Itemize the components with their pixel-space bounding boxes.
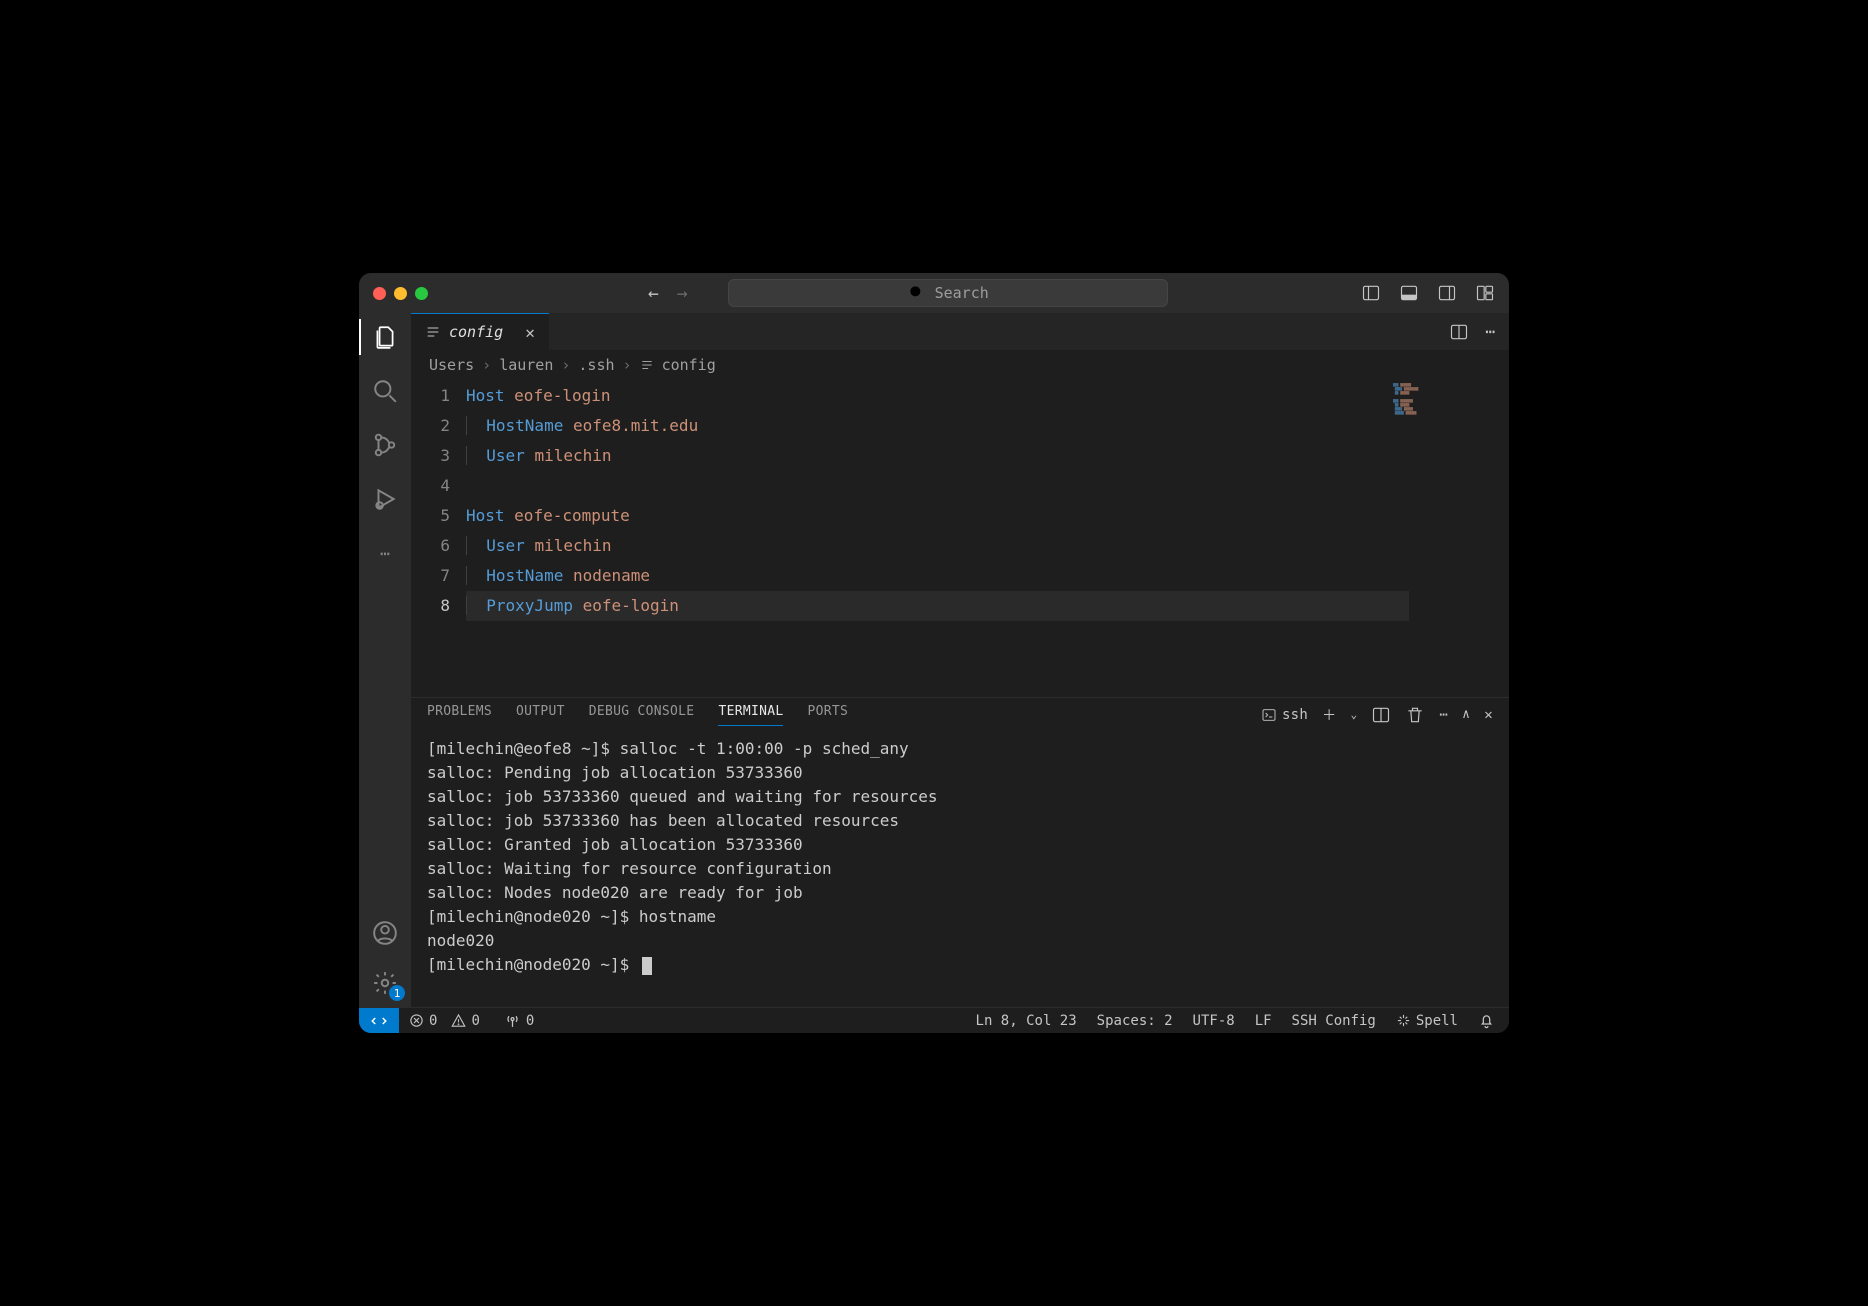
terminal-dropdown-icon[interactable]: ⌄ bbox=[1350, 708, 1357, 721]
tab-actions: ⋯ bbox=[1435, 313, 1509, 350]
close-window-icon[interactable] bbox=[373, 287, 386, 300]
minimap[interactable]: ███ ██████ ████ ████████ ██ █████ ███ ██… bbox=[1393, 383, 1503, 443]
warning-triangle-icon bbox=[451, 1013, 466, 1028]
search-icon bbox=[907, 283, 927, 303]
more-icon[interactable]: ⋯ bbox=[371, 539, 399, 567]
status-warnings[interactable]: 0 bbox=[451, 1013, 479, 1029]
close-panel-icon[interactable]: ✕ bbox=[1484, 707, 1493, 723]
explorer-icon[interactable] bbox=[371, 323, 399, 351]
source-control-icon[interactable] bbox=[371, 431, 399, 459]
trash-icon[interactable] bbox=[1405, 705, 1425, 725]
radio-tower-icon bbox=[504, 1012, 521, 1029]
code-content[interactable]: Host eofe-login HostName eofe8.mit.edu U… bbox=[466, 379, 1509, 697]
status-errors[interactable]: 0 bbox=[409, 1013, 437, 1029]
search-input[interactable]: Search bbox=[728, 279, 1168, 307]
crumb-2[interactable]: .ssh bbox=[578, 356, 614, 374]
terminal-session-label[interactable]: ssh bbox=[1261, 707, 1308, 723]
split-editor-icon[interactable] bbox=[1449, 322, 1469, 342]
title-actions bbox=[1361, 283, 1495, 303]
vscode-window: ← → Search ⋯ bbox=[359, 273, 1509, 1033]
run-debug-icon[interactable] bbox=[371, 485, 399, 513]
tab-problems[interactable]: PROBLEMS bbox=[427, 704, 492, 725]
crumb-0[interactable]: Users bbox=[429, 356, 474, 374]
status-cursor[interactable]: Ln 8, Col 23 bbox=[976, 1013, 1077, 1029]
zoom-window-icon[interactable] bbox=[415, 287, 428, 300]
status-indent[interactable]: Spaces: 2 bbox=[1097, 1013, 1173, 1029]
bell-icon[interactable] bbox=[1478, 1012, 1495, 1029]
panel-tabs: PROBLEMS OUTPUT DEBUG CONSOLE TERMINAL P… bbox=[411, 697, 1509, 731]
minimize-window-icon[interactable] bbox=[394, 287, 407, 300]
tab-config[interactable]: config ✕ bbox=[411, 313, 549, 350]
status-spell[interactable]: Spell bbox=[1396, 1013, 1458, 1029]
maximize-panel-icon[interactable]: ∧ bbox=[1462, 707, 1470, 722]
remote-indicator[interactable] bbox=[359, 1008, 399, 1033]
file-lines-icon bbox=[425, 324, 441, 340]
bottom-panel: PROBLEMS OUTPUT DEBUG CONSOLE TERMINAL P… bbox=[411, 697, 1509, 1007]
status-bar: 0 0 0 Ln 8, Col 23 Spaces: 2 UTF-8 LF SS… bbox=[359, 1007, 1509, 1033]
layout-sidebar-right-icon[interactable] bbox=[1437, 283, 1457, 303]
status-ports[interactable]: 0 bbox=[504, 1012, 534, 1029]
breadcrumb[interactable]: Users › lauren › .ssh › config bbox=[411, 351, 1509, 379]
customize-layout-icon[interactable] bbox=[1475, 283, 1495, 303]
layout-sidebar-left-icon[interactable] bbox=[1361, 283, 1381, 303]
search-placeholder: Search bbox=[935, 284, 989, 302]
settings-badge: 1 bbox=[389, 985, 405, 1001]
title-bar: ← → Search bbox=[359, 273, 1509, 313]
crumb-1[interactable]: lauren bbox=[499, 356, 553, 374]
code-editor[interactable]: 12345678 Host eofe-login HostName eofe8.… bbox=[411, 379, 1509, 697]
nav-arrows: ← → bbox=[648, 283, 688, 304]
tab-close-icon[interactable]: ✕ bbox=[525, 323, 535, 342]
error-circle-icon bbox=[409, 1013, 424, 1028]
split-terminal-icon[interactable] bbox=[1371, 705, 1391, 725]
tab-terminal[interactable]: TERMINAL bbox=[718, 704, 783, 726]
line-number-gutter: 12345678 bbox=[411, 379, 466, 697]
terminal-output[interactable]: [milechin@eofe8 ~]$ salloc -t 1:00:00 -p… bbox=[411, 731, 1509, 1007]
tab-more-icon[interactable]: ⋯ bbox=[1485, 322, 1495, 341]
traffic-lights bbox=[373, 287, 428, 300]
status-eol[interactable]: LF bbox=[1255, 1013, 1272, 1029]
new-terminal-icon[interactable]: ＋ bbox=[1322, 705, 1336, 725]
chevron-right-icon: › bbox=[623, 356, 632, 374]
tab-output[interactable]: OUTPUT bbox=[516, 704, 565, 725]
crumb-3[interactable]: config bbox=[662, 356, 716, 374]
tab-bar: config ✕ ⋯ bbox=[411, 313, 1509, 351]
terminal-icon bbox=[1261, 707, 1277, 723]
remote-icon bbox=[370, 1012, 388, 1030]
panel-more-icon[interactable]: ⋯ bbox=[1439, 707, 1448, 723]
tab-debug-console[interactable]: DEBUG CONSOLE bbox=[589, 704, 695, 725]
status-language[interactable]: SSH Config bbox=[1292, 1013, 1376, 1029]
activity-bar: ⋯ 1 bbox=[359, 313, 411, 1007]
forward-arrow-icon[interactable]: → bbox=[677, 283, 688, 304]
terminal-cursor bbox=[642, 957, 652, 975]
chevron-right-icon: › bbox=[482, 356, 491, 374]
status-encoding[interactable]: UTF-8 bbox=[1193, 1013, 1235, 1029]
sparkle-icon bbox=[1396, 1013, 1411, 1028]
tab-label: config bbox=[449, 323, 503, 341]
layout-panel-icon[interactable] bbox=[1399, 283, 1419, 303]
back-arrow-icon[interactable]: ← bbox=[648, 283, 659, 304]
search-tab-icon[interactable] bbox=[371, 377, 399, 405]
settings-gear-icon[interactable]: 1 bbox=[371, 969, 399, 997]
chevron-right-icon: › bbox=[561, 356, 570, 374]
tab-ports[interactable]: PORTS bbox=[807, 704, 848, 725]
file-lines-icon bbox=[640, 358, 654, 372]
account-icon[interactable] bbox=[371, 919, 399, 947]
